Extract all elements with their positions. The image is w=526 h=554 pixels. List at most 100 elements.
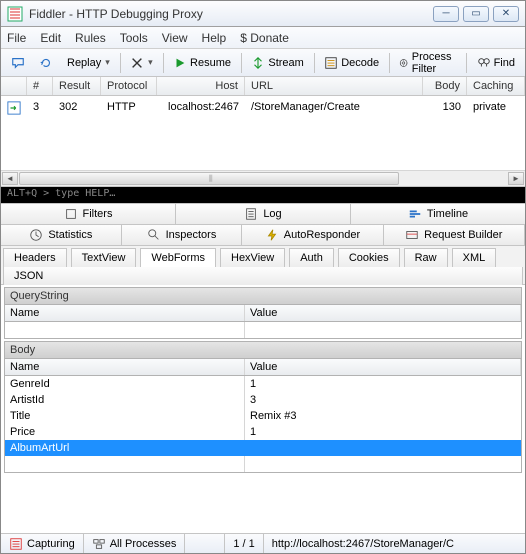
- window-buttons: ─ ▭ ✕: [433, 6, 519, 22]
- toolbar: Replay▾ ▾ Resume Stream Decode Process F…: [1, 49, 525, 77]
- stream-label: Stream: [268, 57, 303, 69]
- tab-statistics[interactable]: Statistics: [1, 225, 122, 245]
- resume-label: Resume: [190, 57, 231, 69]
- menu-file[interactable]: File: [7, 31, 26, 45]
- subtab-xml[interactable]: XML: [452, 248, 497, 268]
- webforms-panel: QueryString Name Value Body Name Value G…: [1, 285, 525, 533]
- subtab-hexview[interactable]: HexView: [220, 248, 285, 268]
- body-header: Name Value: [4, 359, 522, 376]
- minimize-button[interactable]: ─: [433, 6, 459, 22]
- subtab-auth[interactable]: Auth: [289, 248, 334, 268]
- subtab-headers[interactable]: Headers: [3, 248, 67, 268]
- processes-icon: [92, 537, 106, 551]
- scroll-thumb[interactable]: ⫼: [19, 172, 399, 185]
- status-processes[interactable]: All Processes: [84, 534, 186, 553]
- querystring-body: [4, 322, 522, 339]
- col-caching[interactable]: Caching: [467, 77, 525, 95]
- body-rows: GenreId1 ArtistId3 TitleRemix #3 Price1 …: [4, 376, 522, 473]
- subtab-cookies[interactable]: Cookies: [338, 248, 400, 268]
- menu-help[interactable]: Help: [202, 31, 227, 45]
- body-title: Body: [4, 341, 522, 359]
- quickexec-bar[interactable]: ALT+Q > type HELP…: [1, 187, 525, 203]
- body-row-selected[interactable]: AlbumArtUrl: [5, 440, 521, 456]
- process-filter-label: Process Filter: [412, 51, 456, 75]
- tab-filters[interactable]: Filters: [1, 204, 176, 224]
- subtab-webforms[interactable]: WebForms: [140, 248, 216, 268]
- titlebar: Fiddler - HTTP Debugging Proxy ─ ▭ ✕: [1, 1, 525, 27]
- window-title: Fiddler - HTTP Debugging Proxy: [29, 7, 433, 21]
- stream-button[interactable]: Stream: [245, 53, 309, 73]
- status-capturing[interactable]: Capturing: [1, 534, 84, 553]
- querystring-header: Name Value: [4, 305, 522, 322]
- tab-timeline[interactable]: Timeline: [351, 204, 525, 224]
- subtab-raw[interactable]: Raw: [404, 248, 448, 268]
- cell-num: 3: [27, 98, 53, 118]
- builder-icon: [405, 228, 419, 242]
- body-row[interactable]: TitleRemix #3: [5, 408, 521, 424]
- menubar: File Edit Rules Tools View Help $ Donate: [1, 27, 525, 49]
- scroll-right-arrow[interactable]: ►: [508, 172, 524, 185]
- capturing-icon: [9, 537, 23, 551]
- redirect-icon: [7, 101, 21, 115]
- upper-tabs: Filters Log Timeline: [1, 203, 525, 225]
- menu-donate[interactable]: $ Donate: [240, 31, 289, 45]
- log-icon: [244, 207, 258, 221]
- reissue-button[interactable]: [33, 53, 59, 73]
- scroll-left-arrow[interactable]: ◄: [2, 172, 18, 185]
- col-num[interactable]: #: [27, 77, 53, 95]
- grid-row[interactable]: 3 302 HTTP localhost:2467 /StoreManager/…: [1, 96, 525, 118]
- qs-name-header: Name: [5, 305, 245, 321]
- tab-inspectors[interactable]: Inspectors: [122, 225, 243, 245]
- cell-protocol: HTTP: [101, 98, 157, 118]
- body-row[interactable]: ArtistId3: [5, 392, 521, 408]
- menu-tools[interactable]: Tools: [120, 31, 148, 45]
- replay-button[interactable]: Replay▾: [61, 54, 116, 72]
- sessions-grid: # Result Protocol Host URL Body Caching …: [1, 77, 525, 187]
- resume-button[interactable]: Resume: [167, 53, 237, 73]
- cell-host: localhost:2467: [157, 98, 245, 118]
- inspect-icon: [147, 228, 161, 242]
- tab-request-builder[interactable]: Request Builder: [384, 225, 525, 245]
- subtab-json[interactable]: JSON: [3, 267, 523, 285]
- comment-button[interactable]: [5, 53, 31, 73]
- cell-url: /StoreManager/Create: [245, 98, 423, 118]
- process-filter-button[interactable]: Process Filter: [393, 48, 462, 78]
- find-button[interactable]: Find: [471, 53, 521, 73]
- tab-autoresponder[interactable]: AutoResponder: [242, 225, 383, 245]
- find-label: Find: [494, 57, 515, 69]
- querystring-title: QueryString: [4, 287, 522, 305]
- body-name-header: Name: [5, 359, 245, 375]
- body-row[interactable]: Price1: [5, 424, 521, 440]
- main-tabs: Statistics Inspectors AutoResponder Requ…: [1, 225, 525, 246]
- menu-rules[interactable]: Rules: [75, 31, 106, 45]
- inspector-sub-tabs: Headers TextView WebForms HexView Auth C…: [1, 246, 525, 285]
- cell-caching: private: [467, 98, 525, 118]
- body-row[interactable]: GenreId1: [5, 376, 521, 392]
- menu-edit[interactable]: Edit: [40, 31, 61, 45]
- col-body[interactable]: Body: [423, 77, 467, 95]
- replay-label: Replay: [67, 57, 101, 69]
- qs-value-header: Value: [245, 305, 521, 321]
- body-value-header: Value: [245, 359, 521, 375]
- bolt-icon: [265, 228, 279, 242]
- col-protocol[interactable]: Protocol: [101, 77, 157, 95]
- qs-empty-row[interactable]: [5, 322, 521, 338]
- filters-icon: [64, 207, 78, 221]
- col-result[interactable]: Result: [53, 77, 101, 95]
- col-host[interactable]: Host: [157, 77, 245, 95]
- tab-log[interactable]: Log: [176, 204, 351, 224]
- body-empty-row[interactable]: [5, 456, 521, 472]
- decode-button[interactable]: Decode: [318, 53, 385, 73]
- col-url[interactable]: URL: [245, 77, 423, 95]
- cell-result: 302: [53, 98, 101, 118]
- maximize-button[interactable]: ▭: [463, 6, 489, 22]
- remove-button[interactable]: ▾: [124, 53, 159, 73]
- statusbar: Capturing All Processes 1 / 1 http://loc…: [1, 533, 525, 553]
- grid-header: # Result Protocol Host URL Body Caching: [1, 77, 525, 96]
- status-count: 1 / 1: [225, 534, 263, 553]
- horizontal-scrollbar[interactable]: ◄ ⫼ ►: [1, 170, 525, 186]
- close-button[interactable]: ✕: [493, 6, 519, 22]
- decode-label: Decode: [341, 57, 379, 69]
- menu-view[interactable]: View: [162, 31, 188, 45]
- subtab-textview[interactable]: TextView: [71, 248, 137, 268]
